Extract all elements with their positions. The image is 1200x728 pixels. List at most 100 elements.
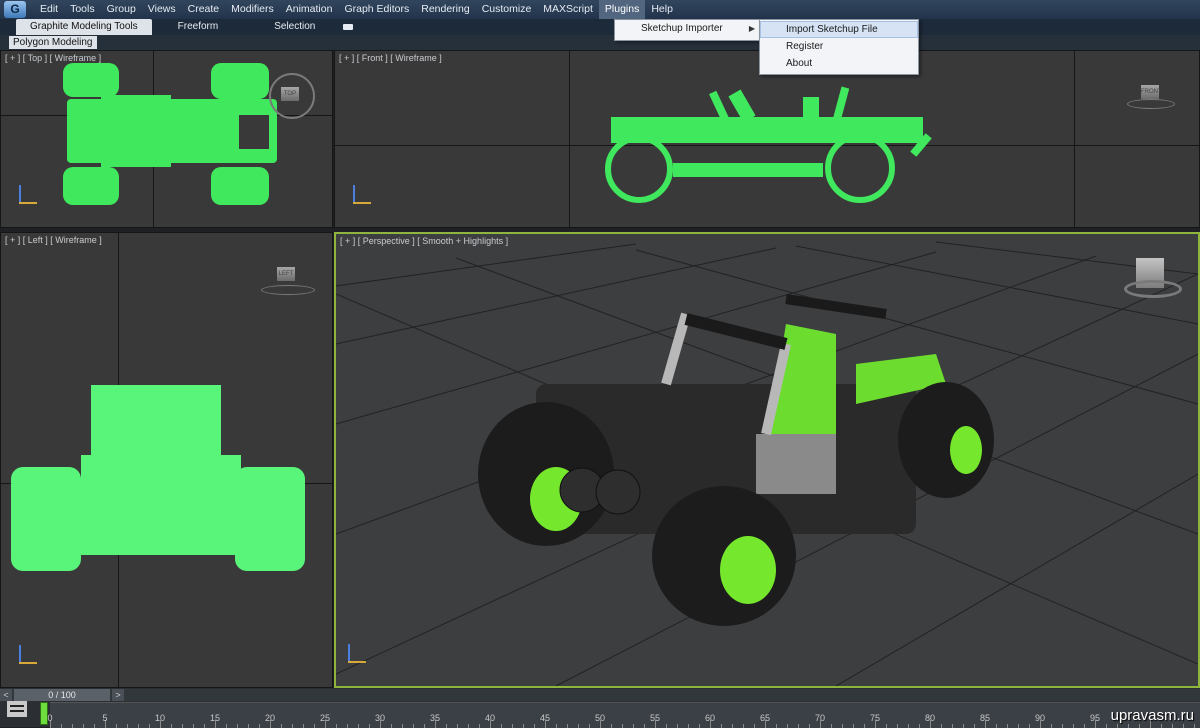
timeline-tick-label: 95: [1089, 713, 1101, 723]
timeline-tick: [622, 724, 623, 728]
axis-tripod-icon: [15, 183, 39, 207]
submenu-arrow-icon: ▶: [748, 24, 755, 33]
menu-maxscript[interactable]: MAXScript: [537, 0, 599, 19]
timeline-tick: [1194, 724, 1195, 728]
time-slider-thumb[interactable]: 0 / 100: [14, 689, 110, 701]
menu-customize[interactable]: Customize: [476, 0, 538, 19]
menu-views[interactable]: Views: [142, 0, 182, 19]
wireframe-model-front: [335, 51, 1199, 227]
menu-create[interactable]: Create: [182, 0, 226, 19]
viewport-top[interactable]: TOP [ + ] [ Top ] [ Wireframe ]: [0, 50, 333, 228]
viewport-label[interactable]: [ + ] [ Left ] [ Wireframe ]: [5, 235, 102, 245]
viewport-perspective[interactable]: [ + ] [ Perspective ] [ Smooth + Highlig…: [334, 232, 1200, 688]
timeline-tick: [468, 724, 469, 728]
viewport-label[interactable]: [ + ] [ Perspective ] [ Smooth + Highlig…: [340, 236, 508, 246]
timeline-tick-label: 75: [869, 713, 881, 723]
viewport-label[interactable]: [ + ] [ Front ] [ Wireframe ]: [339, 53, 442, 63]
time-slider-prev-button[interactable]: <: [0, 689, 12, 701]
watermark-text: upravasm.ru: [1110, 707, 1194, 724]
timeline-tick: [248, 724, 249, 728]
tab-selection[interactable]: Selection: [274, 19, 315, 35]
timeline-tick: [61, 724, 62, 728]
timeline-tick-label: 80: [924, 713, 936, 723]
timeline-tick: [974, 724, 975, 728]
menu-item-register[interactable]: Register: [760, 38, 918, 55]
ribbon-minimize-icon[interactable]: [343, 24, 354, 30]
timeline-tick: [941, 724, 942, 728]
timeline-tick: [556, 724, 557, 728]
timeline-tick: [1139, 724, 1140, 728]
track-bar-toggle-icon[interactable]: [7, 701, 27, 717]
menu-tools[interactable]: Tools: [64, 0, 101, 19]
time-slider-next-button[interactable]: >: [112, 689, 124, 701]
timeline-tick: [644, 724, 645, 728]
timeline-tick: [864, 724, 865, 728]
timeline-tick-label: 25: [319, 713, 331, 723]
timeline-tick: [688, 724, 689, 728]
timeline-tick: [578, 724, 579, 728]
app-logo-icon[interactable]: G: [4, 1, 26, 18]
timeline-tick-label: 15: [209, 713, 221, 723]
timeline-tick: [1172, 724, 1173, 728]
menu-plugins[interactable]: Plugins: [598, 0, 646, 19]
viewcube-ring[interactable]: [1127, 99, 1175, 109]
menu-help[interactable]: Help: [645, 0, 679, 19]
viewcube-left[interactable]: LEFT: [277, 267, 295, 281]
timeline-tick: [589, 724, 590, 728]
timeline-tick: [94, 724, 95, 728]
menu-modifiers[interactable]: Modifiers: [225, 0, 280, 19]
timeline-tick: [754, 724, 755, 728]
menu-item-import-sketchup-file[interactable]: Import Sketchup File: [760, 21, 918, 38]
timeline-tick: [1073, 724, 1074, 728]
timeline-tick: [952, 724, 953, 728]
viewcube-ring[interactable]: [1124, 280, 1182, 298]
timeline-tick: [534, 724, 535, 728]
timeline-tick: [1084, 724, 1085, 728]
wireframe-model-left: [1, 233, 332, 687]
viewcube-front[interactable]: FRONT: [1141, 85, 1162, 99]
viewport-front[interactable]: FRONT [ + ] [ Front ] [ Wireframe ]: [334, 50, 1200, 228]
timeline-tick: [127, 724, 128, 728]
timeline-tick: [72, 724, 73, 728]
timeline-tick: [182, 724, 183, 728]
rendered-vehicle-model: [478, 294, 994, 626]
viewport-label[interactable]: [ + ] [ Top ] [ Wireframe ]: [5, 53, 101, 63]
timeline-tick-label: 10: [154, 713, 166, 723]
timeline-tick-label: 85: [979, 713, 991, 723]
ribbon-tab-bar: Graphite Modeling Tools Freeform Selecti…: [0, 19, 1200, 35]
timeline-tick: [303, 724, 304, 728]
menu-item-sketchup-importer[interactable]: Sketchup Importer ▶: [615, 20, 761, 37]
timeline-track[interactable]: 0 5 10 15 20 25 30 35 40 45 50 55 60 65 70 75 80 85 90 95: [47, 702, 1200, 728]
timeline-tick: [237, 724, 238, 728]
timeline-tick-label: 55: [649, 713, 661, 723]
timeline-tick: [457, 724, 458, 728]
ribbon-panel-bar: Polygon Modeling: [0, 35, 1200, 50]
timeline-tick: [479, 724, 480, 728]
menu-item-label: Sketchup Importer: [641, 23, 723, 34]
timeline-tick-label: 30: [374, 713, 386, 723]
tab-freeform[interactable]: Freeform: [178, 19, 219, 35]
timeline-tick: [391, 724, 392, 728]
timeline-tick: [1183, 724, 1184, 728]
viewcube-ring[interactable]: [261, 285, 315, 295]
menu-edit[interactable]: Edit: [34, 0, 64, 19]
timeline-tick: [611, 724, 612, 728]
time-slider[interactable]: < 0 / 100 >: [0, 689, 1200, 701]
tab-graphite-modeling-tools[interactable]: Graphite Modeling Tools: [16, 19, 152, 35]
menu-item-about[interactable]: About: [760, 55, 918, 72]
viewport-left[interactable]: LEFT [ + ] [ Left ] [ Wireframe ]: [0, 232, 333, 688]
timeline-tick: [743, 724, 744, 728]
timeline-tick-label: 20: [264, 713, 276, 723]
menu-group[interactable]: Group: [101, 0, 142, 19]
timeline-tick: [809, 724, 810, 728]
tab-polygon-modeling[interactable]: Polygon Modeling: [9, 36, 97, 49]
timeline-tick: [347, 724, 348, 728]
menu-graph-editors[interactable]: Graph Editors: [338, 0, 415, 19]
viewcube-top[interactable]: TOP: [281, 87, 299, 101]
timeline-tick-label: 70: [814, 713, 826, 723]
timeline-tick: [358, 724, 359, 728]
menu-rendering[interactable]: Rendering: [415, 0, 475, 19]
timeline-tick: [1128, 724, 1129, 728]
status-bar: < 0 / 100 > 0 5 10 15 20 25 30 35 40 45 50 55 60 65 70…: [0, 688, 1200, 728]
menu-animation[interactable]: Animation: [280, 0, 339, 19]
